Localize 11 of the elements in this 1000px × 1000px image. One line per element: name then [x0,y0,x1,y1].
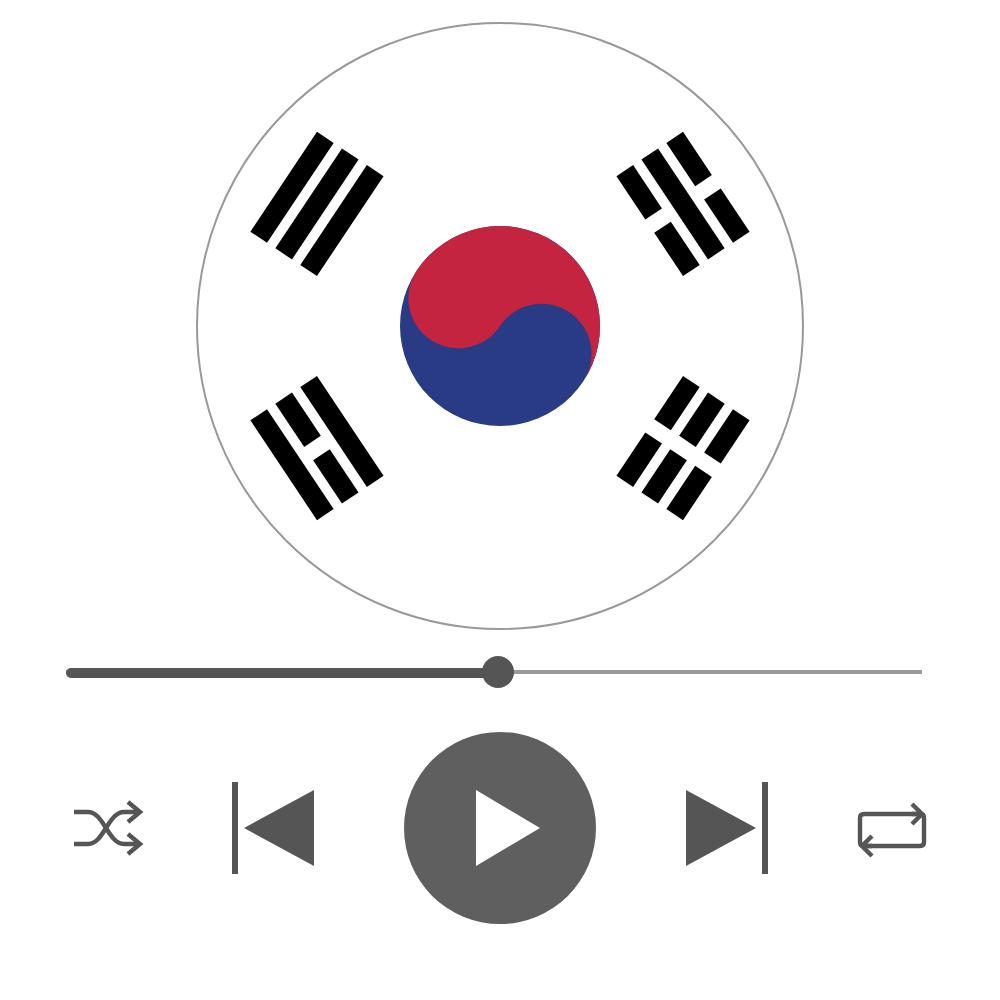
repeat-icon [856,798,928,858]
shuffle-icon [72,800,144,856]
repeat-button[interactable] [856,798,928,858]
shuffle-button[interactable] [72,800,144,856]
play-icon [404,732,596,924]
previous-button[interactable] [232,782,316,874]
next-button[interactable] [684,782,768,874]
progress-slider[interactable] [66,656,922,688]
previous-icon [232,782,316,874]
next-icon [684,782,768,874]
play-button[interactable] [404,732,596,924]
